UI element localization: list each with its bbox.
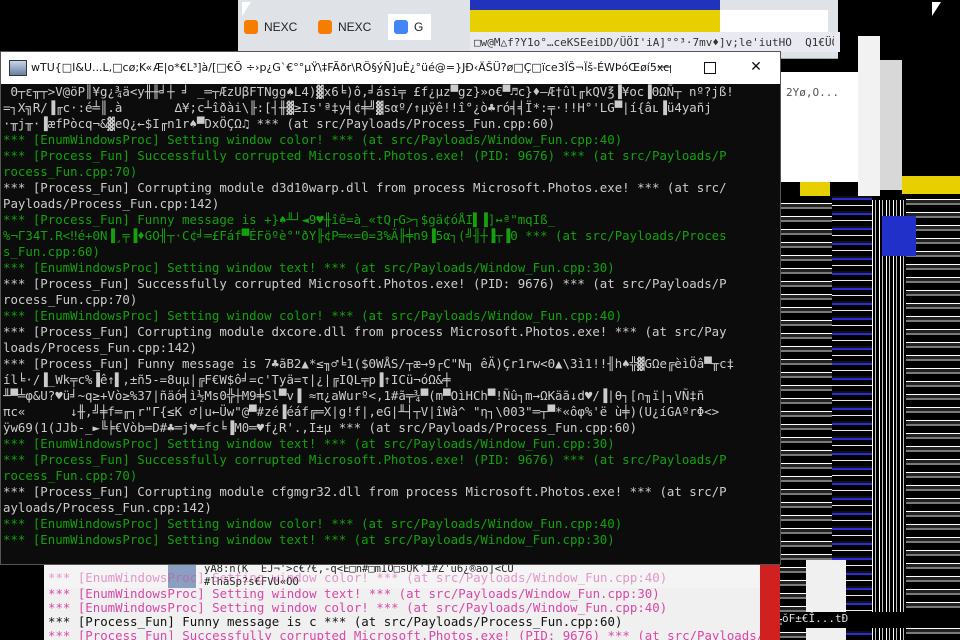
blogger-icon [244,20,258,34]
console-line: *** [Process_Fun] Corrupting module d3d1… [3,180,727,195]
console-line: ÿw69(1(JJb-_►╚╞€Vòb═D#♣═j♥═fc╘▐M0═♥f¿R'.… [3,420,638,435]
console-line: s_Fun.cpp:60) [3,244,100,259]
console-line: *** [Process_Fun] Corrupting module dxco… [3,324,727,339]
console-line: ╨▀╧φ&U?♥ü╛~q≥+Vò≥%37|ñäó╡ì½Ms0╬┼M9╪Sl▀v▐… [3,388,705,403]
console-titlebar[interactable]: wTU{□I&U...L,□cø;K«Æ|o*€L³]à/[□€Ö ÷›p¿G`… [1,52,780,84]
console-app-icon[interactable] [9,60,27,76]
glitch-noise [906,196,960,640]
console-line: *** [Process_Fun] Funny message is 7♣ãB2… [3,356,735,371]
console-line: rocess_Fun.cpp:70) [3,292,138,307]
console-line: Payloads/Process_Fun.cpp:142) [3,196,220,211]
console-line: loads/Process_Fun.cpp:142) [3,340,197,355]
browser-tab[interactable]: NEXC [312,14,379,40]
maximize-icon [704,62,716,74]
console-line: πc« ↓╫,╝╪f═╓┐r"Γ{≤K ♂|u←Üw"@▀#zé▐éáf╔═X|… [3,404,720,419]
minimize-button[interactable]: — [641,52,687,84]
console-line: rocess_Fun.cpp:70) [3,468,138,483]
browser-tab-label: NEXC [338,20,372,34]
console-window[interactable]: wTU{□I&U...L,□cø;K«Æ|o*€L³]à/[□€Ö ÷›p¿G`… [0,51,781,565]
glitch-strip [470,0,720,10]
google-icon [394,20,408,34]
mouse-cursor-icon [932,2,941,16]
console-line: *** [Process_Fun] Successfully corrupted… [3,276,727,291]
console-line: *** [Process_Fun] Successfully corrupted… [3,148,727,163]
console-line: *** [Process_Fun] Successfully corrupted… [3,452,727,467]
browser-tab-label: G [414,20,424,34]
glitch-block [882,216,916,256]
browser-tab[interactable]: NEXC [238,14,305,40]
glitch-strip [880,60,902,190]
close-button[interactable]: ✕ [733,52,779,84]
console-window-title: wTU{□I&U...L,□cø;K«Æ|o*€L³]à/[□€Ö ÷›p¿G`… [31,61,671,74]
console-line: *** [Process_Fun] Corrupting module cfgm… [3,484,727,499]
console-scrollbar[interactable] [766,84,780,564]
glitch-strip [800,182,830,196]
echo-line: *** [Process_Fun] Successfully corrupted… [48,628,760,640]
console-line: *** [EnumWindowsProc] Setting window col… [3,308,623,323]
console-line: Θ┬ε╥┬>V@öP║¥g¿¾ä<y╫╫╛┼ ╛ _═┬ÆzUβFTNgg♠L4… [3,84,734,99]
console-line: *** [EnumWindowsProc] Setting window col… [3,516,623,531]
console-line: ·╥j╥·▐æfPòcq¬&▓eQ¿←$I╓n1r♠▀DxÖÇΩ♫ *** (a… [3,116,556,131]
console-line: *** [EnumWindowsProc] Setting window tex… [3,436,615,451]
console-line: rocess_Fun.cpp:70) [3,164,138,179]
mouse-cursor-icon [242,2,251,16]
side-window-title: 2Yø,O... [786,86,839,99]
glitch-strip [720,10,828,32]
echo-line: *** [EnumWindowsProc] Setting window col… [48,570,668,585]
right-noise-text: ŏF±€Î...tĐ [782,612,960,628]
console-line: *** [EnumWindowsProc] Setting window tex… [3,260,615,275]
glitch-noise [872,200,906,640]
console-line: *** [Process_Fun] Funny message is +}♠╨┘… [3,212,556,227]
garbled-title-text: □w@M△f?Y1o°…ceKSEeiDD/ÜÖI'iA]°°³·7mv♦]v;… [474,36,834,49]
maximize-button[interactable] [687,52,733,84]
console-line: íl╘·/▐_Wk╤c%▐ê↑▌,±ñ5-=8uµ|╔F€W$ô╛=c'Tyä=… [3,372,451,387]
console-line: *** [EnumWindowsProc] Setting window col… [3,132,623,147]
glitch-strip [858,36,880,196]
blogger-icon [318,20,332,34]
console-line: ayloads/Process_Fun.cpp:142) [3,500,212,515]
console-output[interactable]: Θ┬ε╥┬>V@öP║¥g¿¾ä<y╫╫╛┼ ╛ _═┬ÆzUβFTNgg♠L4… [1,84,780,564]
browser-tab-active[interactable]: G [388,14,432,40]
glitch-block [760,560,780,640]
glitch-block [806,560,846,640]
console-line: %¬Γ34T.R<‼é+ΘN▐¸╤▐♦GO╢┬·C¢╛═£Fáf▀ÉFöºè°"… [3,228,727,243]
console-line: *** [EnumWindowsProc] Setting window tex… [3,532,615,547]
browser-tab-label: NEXC [264,20,298,34]
console-line: =┐X╗R/▐╓c·:é╧║.à ∆¥;c┴îðài\╟:[┤╫▓≥Is'ª‡y… [3,100,712,115]
glitch-strip [902,176,960,194]
